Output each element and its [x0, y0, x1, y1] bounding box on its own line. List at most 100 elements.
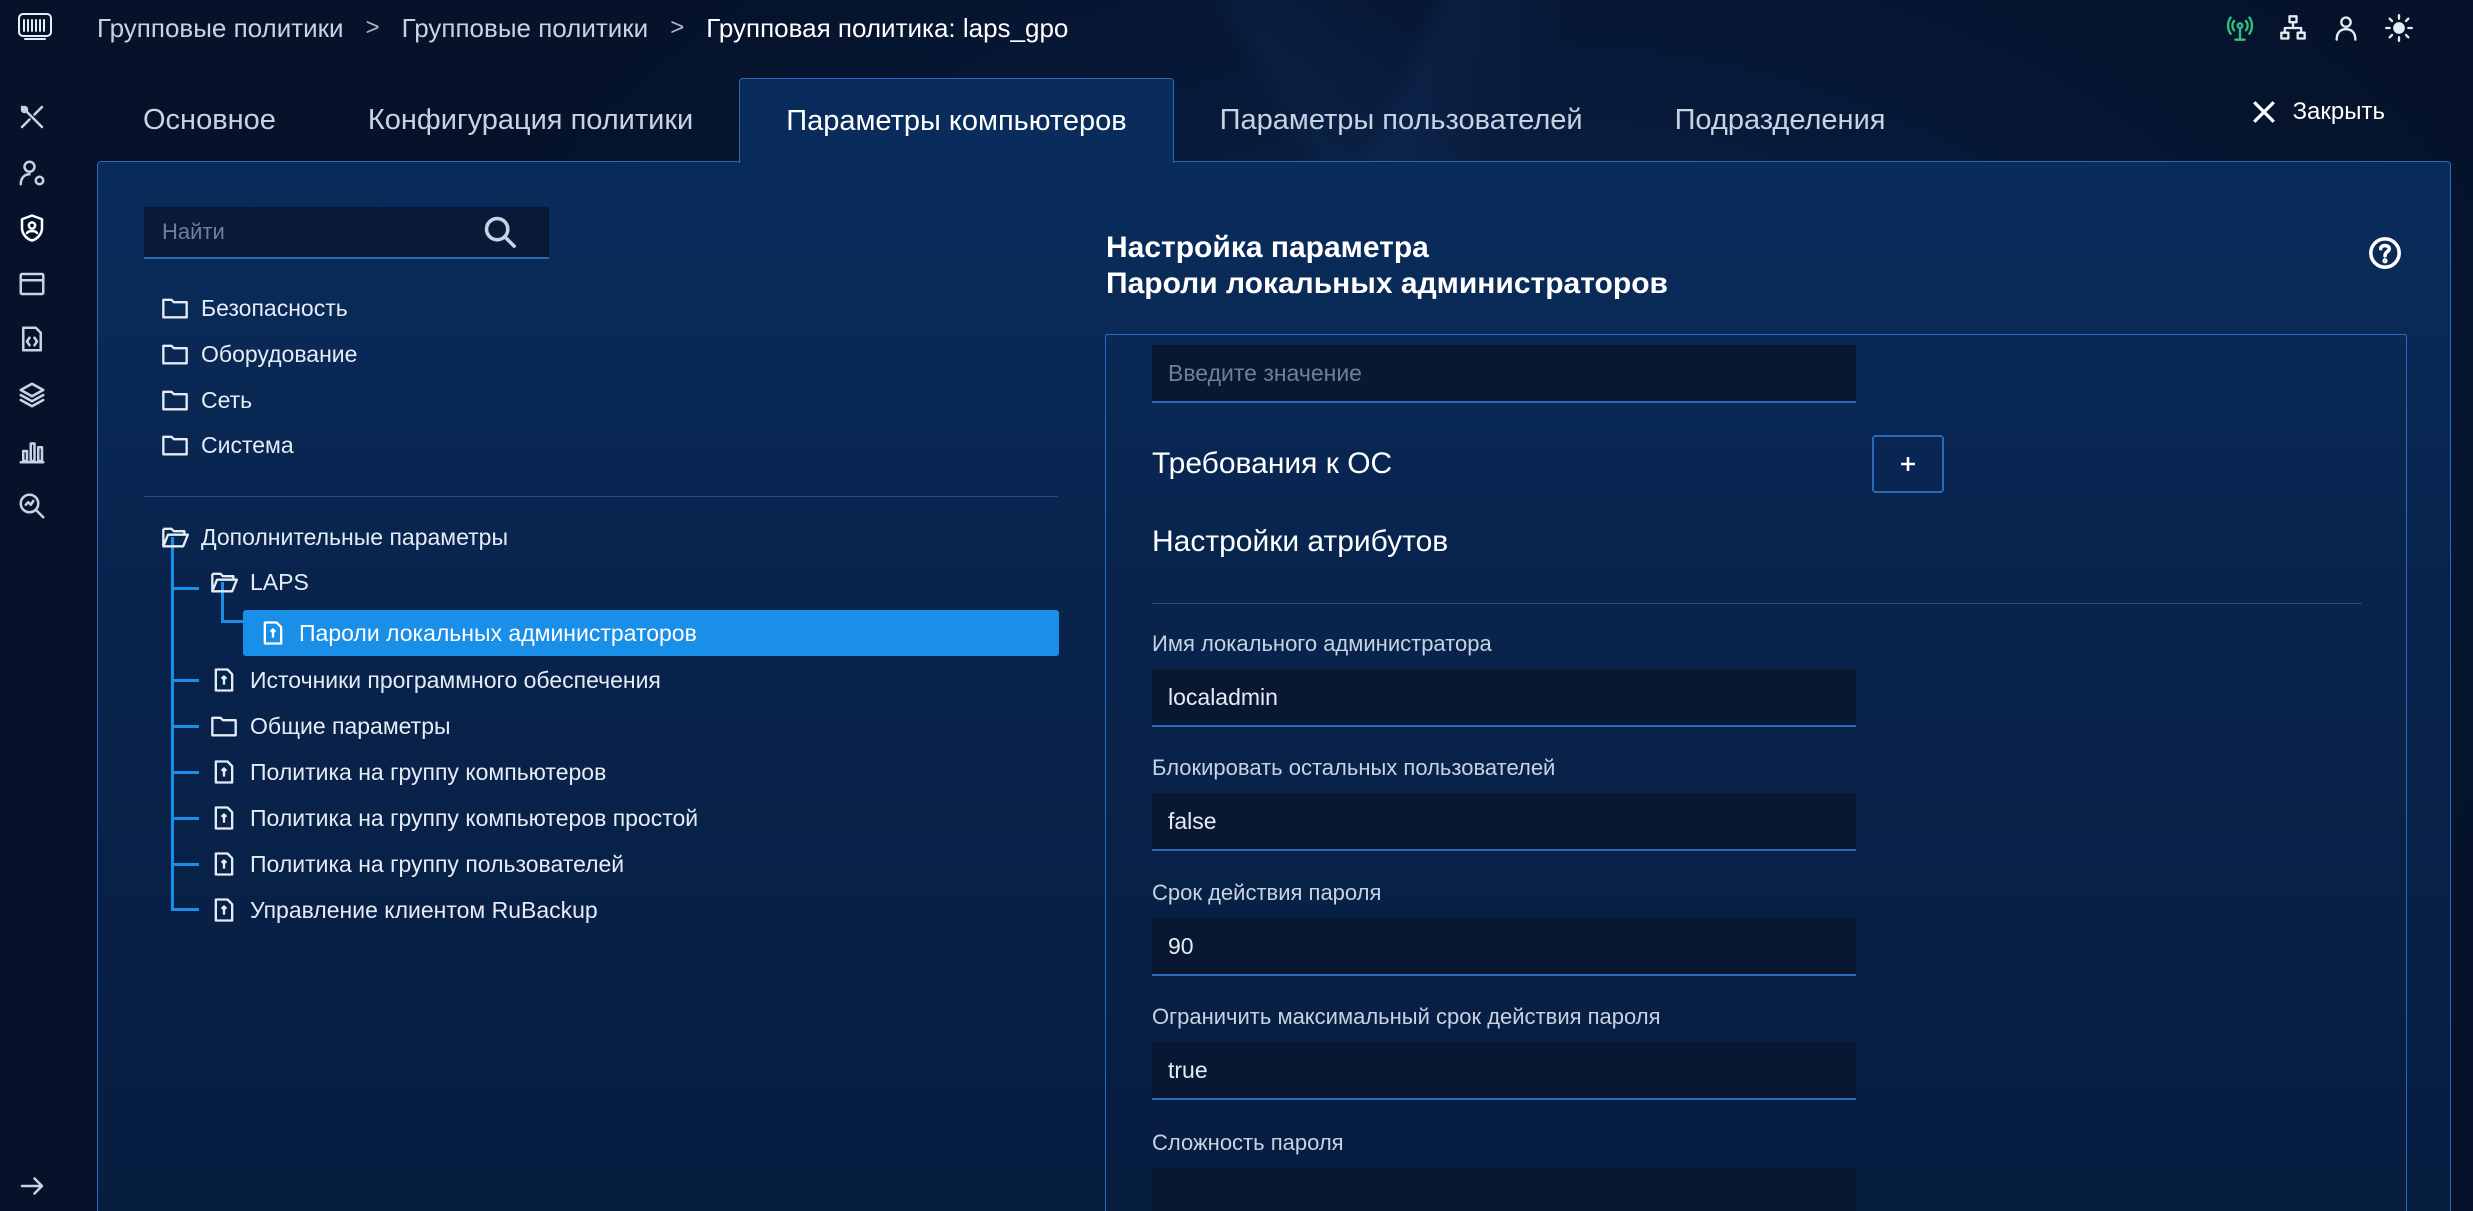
breadcrumb-separator: > — [670, 14, 685, 41]
field-label-password-expiry: Срок действия пароля — [1152, 880, 1382, 905]
close-label: Закрыть — [2292, 98, 2385, 125]
policy-file-icon — [214, 898, 234, 922]
tab-policy-config[interactable]: Конфигурация политики — [322, 78, 739, 162]
close-button[interactable]: Закрыть — [2251, 98, 2385, 126]
logo-icon[interactable] — [17, 12, 53, 42]
tree-item-label: Политика на группу пользователей — [250, 850, 625, 877]
tree-item-additional[interactable]: Дополнительные параметры — [161, 517, 508, 557]
breadcrumb-item[interactable]: Групповые политики — [402, 13, 649, 44]
block-users-field[interactable] — [1152, 793, 1856, 851]
tree-item-label: Сеть — [201, 386, 253, 413]
tree-item-hardware[interactable]: Оборудование — [161, 334, 357, 374]
tree-connector — [171, 587, 199, 590]
main-panel: Безопасность Оборудование Сеть Система Д… — [97, 161, 2451, 1211]
tree-connector — [171, 908, 199, 911]
tree-item-security[interactable]: Безопасность — [161, 288, 348, 328]
network-icon[interactable] — [2276, 11, 2310, 45]
folder-icon — [162, 435, 188, 456]
tree-item-computer-group-policy-simple[interactable]: Политика на группу компьютеров простой — [210, 798, 698, 838]
code-file-icon[interactable] — [16, 323, 48, 355]
tree-item-label: Политика на группу компьютеров простой — [250, 804, 699, 831]
field-label-password-complexity: Сложность пароля — [1152, 1130, 1344, 1155]
tree-divider — [144, 496, 1058, 497]
policy-file-icon — [214, 806, 234, 830]
left-nav-rail — [0, 0, 64, 1211]
tree-item-system[interactable]: Система — [161, 425, 294, 465]
tree-item-rubackup-client[interactable]: Управление клиентом RuBackup — [210, 890, 598, 930]
tree-item-label: Управление клиентом RuBackup — [250, 896, 598, 923]
settings-form: Требования к ОС Настройки атрибутов Имя … — [1105, 334, 2407, 1211]
breadcrumb-separator: > — [365, 14, 380, 41]
tree-item-label: Общие параметры — [250, 712, 451, 739]
tools-icon[interactable] — [16, 101, 48, 133]
form-divider — [1152, 603, 2362, 604]
breadcrumb-item[interactable]: Групповые политики — [97, 13, 344, 44]
layers-icon[interactable] — [16, 379, 48, 411]
tree-item-label: Дополнительные параметры — [201, 523, 508, 550]
settings-title-line2: Пароли локальных администраторов — [1106, 267, 1668, 300]
chart-icon[interactable] — [16, 435, 48, 467]
tree-item-computer-group-policy[interactable]: Политика на группу компьютеров — [210, 752, 606, 792]
folder-open-icon — [211, 572, 238, 593]
tab-units[interactable]: Подразделения — [1629, 78, 1932, 162]
field-label-block-users: Блокировать остальных пользователей — [1152, 755, 1556, 780]
os-requirements-heading: Требования к ОС — [1152, 447, 1393, 480]
tree-connector — [171, 771, 199, 774]
policy-file-icon — [214, 760, 234, 784]
tab-computer-settings[interactable]: Параметры компьютеров — [739, 78, 1174, 163]
tab-user-settings[interactable]: Параметры пользователей — [1174, 78, 1629, 162]
close-icon — [2252, 101, 2275, 123]
search-box — [144, 207, 549, 259]
folder-icon — [211, 716, 237, 737]
help-icon[interactable] — [2368, 236, 2402, 270]
folder-icon — [162, 298, 188, 319]
top-toolbar — [2204, 10, 2473, 46]
user-icon[interactable] — [2329, 11, 2363, 45]
tree-item-software-sources[interactable]: Источники программного обеспечения — [210, 660, 661, 700]
attributes-heading: Настройки атрибутов — [1152, 525, 1449, 558]
folder-icon — [162, 390, 188, 411]
tree-item-user-group-policy[interactable]: Политика на группу пользователей — [210, 844, 624, 884]
tree-item-laps[interactable]: LAPS — [210, 562, 309, 602]
tree-item-label: Оборудование — [201, 340, 358, 367]
policy-file-icon — [214, 852, 234, 876]
value-input[interactable] — [1152, 345, 1856, 403]
sun-icon[interactable] — [2382, 11, 2416, 45]
password-complexity-field[interactable] — [1152, 1168, 1856, 1211]
arrow-right-icon[interactable] — [16, 1170, 48, 1202]
tree-connector — [171, 863, 199, 866]
search-input[interactable] — [144, 207, 483, 257]
tree-connector — [171, 679, 199, 682]
tree-item-label: Политика на группу компьютеров — [250, 758, 607, 785]
shield-user-icon[interactable] — [16, 212, 48, 244]
signal-icon[interactable] — [2223, 11, 2257, 45]
tree-item-local-admin-passwords[interactable]: Пароли локальных администраторов — [243, 610, 1059, 656]
admin-name-field[interactable] — [1152, 669, 1856, 727]
user-settings-icon[interactable] — [16, 157, 48, 189]
tree-item-label: Источники программного обеспечения — [250, 666, 661, 693]
window-icon[interactable] — [16, 268, 48, 300]
tab-bar: Основное Конфигурация политики Параметры… — [97, 78, 1932, 163]
tree-item-label: Безопасность — [201, 294, 348, 321]
tree-item-network[interactable]: Сеть — [161, 380, 252, 420]
tree-connector — [171, 882, 174, 911]
field-label-limit-max-expiry: Ограничить максимальный срок действия па… — [1152, 1004, 1661, 1029]
tree-item-label: Пароли локальных администраторов — [299, 619, 697, 646]
folder-open-icon — [162, 527, 189, 548]
password-expiry-field[interactable] — [1152, 918, 1856, 976]
search-icon[interactable] — [483, 215, 517, 249]
policy-file-icon — [214, 668, 234, 692]
breadcrumb-current: Групповая политика: laps_gpo — [706, 12, 1069, 43]
limit-max-expiry-field[interactable] — [1152, 1042, 1856, 1100]
tree-connector — [171, 725, 199, 728]
add-os-requirement-button[interactable] — [1872, 435, 1944, 493]
folder-icon — [162, 344, 188, 365]
tab-general[interactable]: Основное — [97, 78, 322, 162]
field-label-admin-name: Имя локального администратора — [1152, 631, 1492, 656]
breadcrumb: Групповые политики > Групповые политики … — [97, 10, 1068, 46]
search-zoom-icon[interactable] — [16, 490, 48, 522]
tree-item-general-params[interactable]: Общие параметры — [210, 706, 451, 746]
tree-connector — [171, 817, 199, 820]
tree-item-label: LAPS — [250, 568, 309, 595]
settings-title-line1: Настройка параметра — [1106, 231, 1429, 264]
